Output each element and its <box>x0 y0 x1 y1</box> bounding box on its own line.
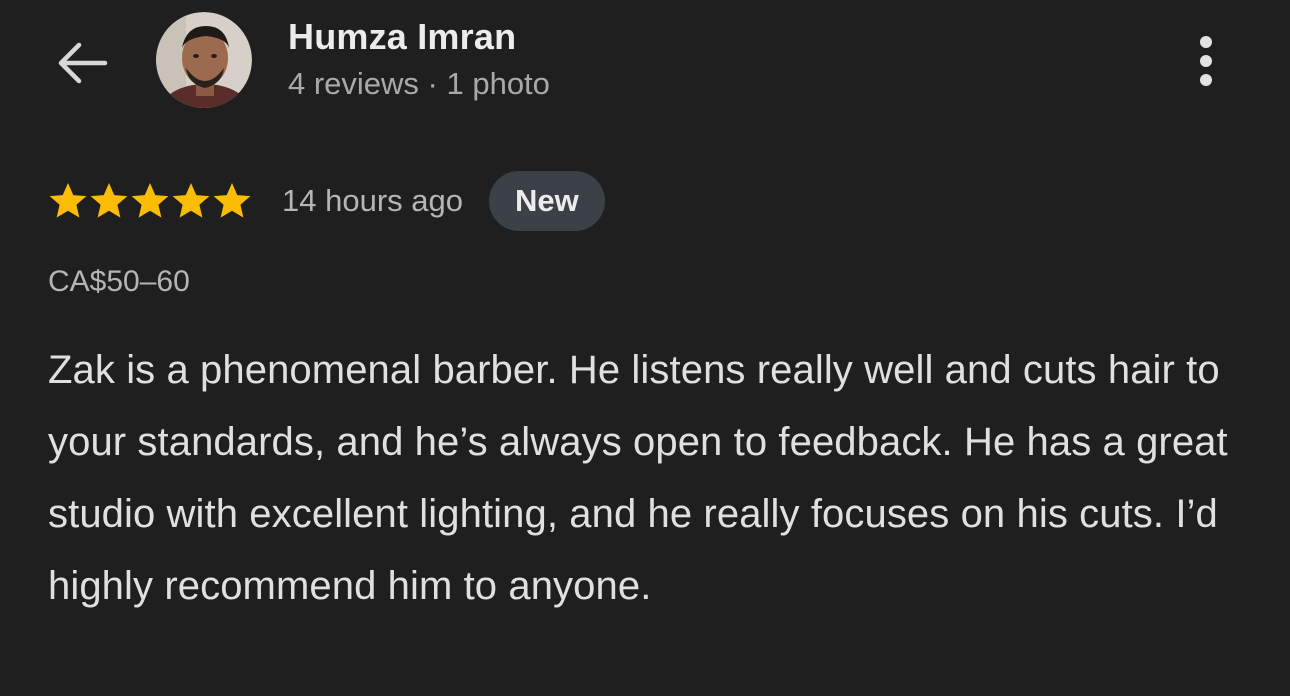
arrow-left-icon <box>58 42 108 84</box>
star-rating <box>48 181 252 221</box>
more-options-button[interactable] <box>1180 30 1232 92</box>
rating-row: 14 hours ago New <box>48 170 605 232</box>
star-icon <box>49 183 87 218</box>
avatar-photo <box>156 12 252 108</box>
star-icon <box>213 183 251 218</box>
reviewer-info: Humza Imran 4 reviews · 1 photo <box>288 14 550 108</box>
new-badge: New <box>488 171 605 231</box>
star-icon <box>172 183 210 218</box>
more-vertical-icon-dot <box>1200 74 1212 86</box>
review-time: 14 hours ago <box>282 183 463 218</box>
back-button[interactable] <box>50 32 116 94</box>
more-vertical-icon-dot <box>1200 55 1212 67</box>
star-icon <box>90 183 128 218</box>
more-vertical-icon <box>1200 36 1212 48</box>
reviewer-meta: 4 reviews · 1 photo <box>288 66 550 101</box>
star-icon <box>131 183 169 218</box>
reviewer-name[interactable]: Humza Imran <box>288 14 550 60</box>
price-range: CA$50–60 <box>48 265 190 298</box>
review-text: Zak is a phenomenal barber. He listens r… <box>48 348 1228 608</box>
avatar[interactable] <box>156 12 252 108</box>
